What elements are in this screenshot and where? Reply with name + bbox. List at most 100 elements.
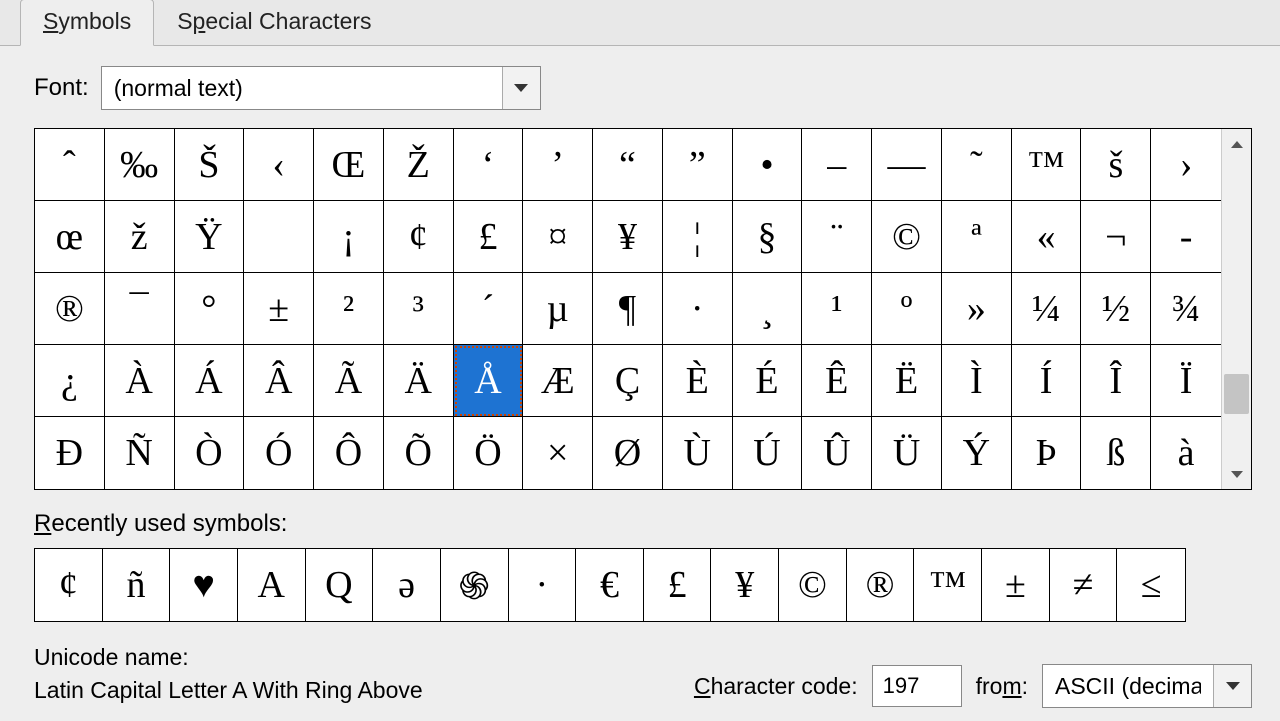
recent-symbol-cell[interactable]: Q	[306, 549, 374, 621]
scroll-up-button[interactable]	[1222, 129, 1251, 159]
symbol-cell[interactable]: ß	[1081, 417, 1151, 489]
scroll-down-button[interactable]	[1222, 459, 1251, 489]
symbol-cell[interactable]: ½	[1081, 273, 1151, 345]
symbol-cell[interactable]: Õ	[384, 417, 454, 489]
symbol-cell[interactable]: Ÿ	[175, 201, 245, 273]
symbol-cell[interactable]: ¤	[523, 201, 593, 273]
symbol-cell[interactable]: Ý	[942, 417, 1012, 489]
symbol-cell[interactable]: §	[733, 201, 803, 273]
symbol-cell[interactable]: ¬	[1081, 201, 1151, 273]
symbol-cell[interactable]: Ò	[175, 417, 245, 489]
symbol-cell[interactable]: ˜	[942, 129, 1012, 201]
symbol-cell[interactable]: ¸	[733, 273, 803, 345]
symbol-cell[interactable]: ¾	[1151, 273, 1221, 345]
symbol-cell[interactable]: ·	[663, 273, 733, 345]
grid-scrollbar[interactable]	[1221, 129, 1251, 489]
font-input[interactable]	[102, 67, 502, 109]
symbol-cell[interactable]: ³	[384, 273, 454, 345]
symbol-cell[interactable]: Æ	[523, 345, 593, 417]
recent-symbol-cell[interactable]: €	[576, 549, 644, 621]
symbol-cell[interactable]: ¼	[1012, 273, 1082, 345]
recent-symbol-cell[interactable]: ≠	[1050, 549, 1118, 621]
symbol-cell[interactable]: Î	[1081, 345, 1151, 417]
tab-special-characters[interactable]: Special Characters	[154, 0, 394, 45]
symbol-cell[interactable]: Ö	[454, 417, 524, 489]
symbol-cell[interactable]: “	[593, 129, 663, 201]
symbol-cell[interactable]: Ð	[35, 417, 105, 489]
font-dropdown-button[interactable]	[502, 67, 540, 109]
symbol-cell[interactable]: ²	[314, 273, 384, 345]
symbol-cell[interactable]: À	[105, 345, 175, 417]
symbol-cell[interactable]: ¨	[802, 201, 872, 273]
charcode-input[interactable]	[872, 665, 962, 707]
symbol-cell[interactable]: Ú	[733, 417, 803, 489]
symbol-cell[interactable]: µ	[523, 273, 593, 345]
symbol-cell[interactable]: «	[1012, 201, 1082, 273]
recent-symbol-cell[interactable]: ¥	[711, 549, 779, 621]
symbol-cell[interactable]: Ç	[593, 345, 663, 417]
recent-symbol-cell[interactable]: ®	[847, 549, 915, 621]
symbol-cell[interactable]: Ž	[384, 129, 454, 201]
recent-symbol-cell[interactable]: ֍	[441, 549, 509, 621]
symbol-cell[interactable]: Í	[1012, 345, 1082, 417]
symbol-cell[interactable]: ž	[105, 201, 175, 273]
symbol-cell[interactable]: Œ	[314, 129, 384, 201]
from-combo[interactable]	[1042, 664, 1252, 708]
symbol-cell[interactable]: ¿	[35, 345, 105, 417]
symbol-cell[interactable]: Ì	[942, 345, 1012, 417]
symbol-cell[interactable]: ¡	[314, 201, 384, 273]
symbol-cell[interactable]: Á	[175, 345, 245, 417]
symbol-cell[interactable]: Ô	[314, 417, 384, 489]
symbol-cell[interactable]: ›	[1151, 129, 1221, 201]
symbol-cell[interactable]: ’	[523, 129, 593, 201]
symbol-cell[interactable]: È	[663, 345, 733, 417]
symbol-cell[interactable]: °	[175, 273, 245, 345]
recent-symbol-cell[interactable]: ə	[373, 549, 441, 621]
symbol-cell[interactable]: Ó	[244, 417, 314, 489]
recent-symbol-cell[interactable]: ·	[509, 549, 577, 621]
recent-symbol-cell[interactable]: ™	[914, 549, 982, 621]
symbol-cell[interactable]: Ù	[663, 417, 733, 489]
scrollbar-thumb[interactable]	[1224, 374, 1249, 414]
symbol-cell[interactable]: ‹	[244, 129, 314, 201]
symbol-cell[interactable]: Þ	[1012, 417, 1082, 489]
symbol-cell[interactable]: •	[733, 129, 803, 201]
symbol-cell[interactable]: »	[942, 273, 1012, 345]
symbol-cell[interactable]: ®	[35, 273, 105, 345]
symbol-cell[interactable]: ‘	[454, 129, 524, 201]
symbol-cell[interactable]: Û	[802, 417, 872, 489]
recent-symbol-cell[interactable]: ñ	[103, 549, 171, 621]
recent-symbol-cell[interactable]: ±	[982, 549, 1050, 621]
symbol-cell[interactable]: –	[802, 129, 872, 201]
symbol-cell[interactable]: É	[733, 345, 803, 417]
symbol-cell[interactable]: Ü	[872, 417, 942, 489]
font-combo[interactable]	[101, 66, 541, 110]
symbol-cell[interactable]: Ê	[802, 345, 872, 417]
symbol-cell[interactable]: ±	[244, 273, 314, 345]
tab-symbols[interactable]: Symbols	[20, 0, 154, 46]
symbol-cell[interactable]: à	[1151, 417, 1221, 489]
symbol-cell[interactable]: Å	[454, 345, 524, 417]
symbol-cell[interactable]: £	[454, 201, 524, 273]
symbol-cell[interactable]: š	[1081, 129, 1151, 201]
symbol-cell[interactable]	[244, 201, 314, 273]
recent-symbol-cell[interactable]: ♥	[170, 549, 238, 621]
symbol-cell[interactable]: Â	[244, 345, 314, 417]
symbol-cell[interactable]: ´	[454, 273, 524, 345]
recent-symbol-cell[interactable]: ©	[779, 549, 847, 621]
symbol-cell[interactable]: —	[872, 129, 942, 201]
symbol-cell[interactable]: Š	[175, 129, 245, 201]
symbol-cell[interactable]: º	[872, 273, 942, 345]
recent-symbol-cell[interactable]: ¢	[35, 549, 103, 621]
symbol-cell[interactable]: Ñ	[105, 417, 175, 489]
symbol-cell[interactable]: Ë	[872, 345, 942, 417]
symbol-cell[interactable]: Ä	[384, 345, 454, 417]
symbol-cell[interactable]: œ	[35, 201, 105, 273]
recent-symbol-cell[interactable]: £	[644, 549, 712, 621]
symbol-cell[interactable]: ¥	[593, 201, 663, 273]
symbol-cell[interactable]: ”	[663, 129, 733, 201]
symbol-cell[interactable]: ­-	[1151, 201, 1221, 273]
symbol-cell[interactable]: ˆ	[35, 129, 105, 201]
symbol-cell[interactable]: ‰	[105, 129, 175, 201]
recent-symbol-cell[interactable]: A	[238, 549, 306, 621]
